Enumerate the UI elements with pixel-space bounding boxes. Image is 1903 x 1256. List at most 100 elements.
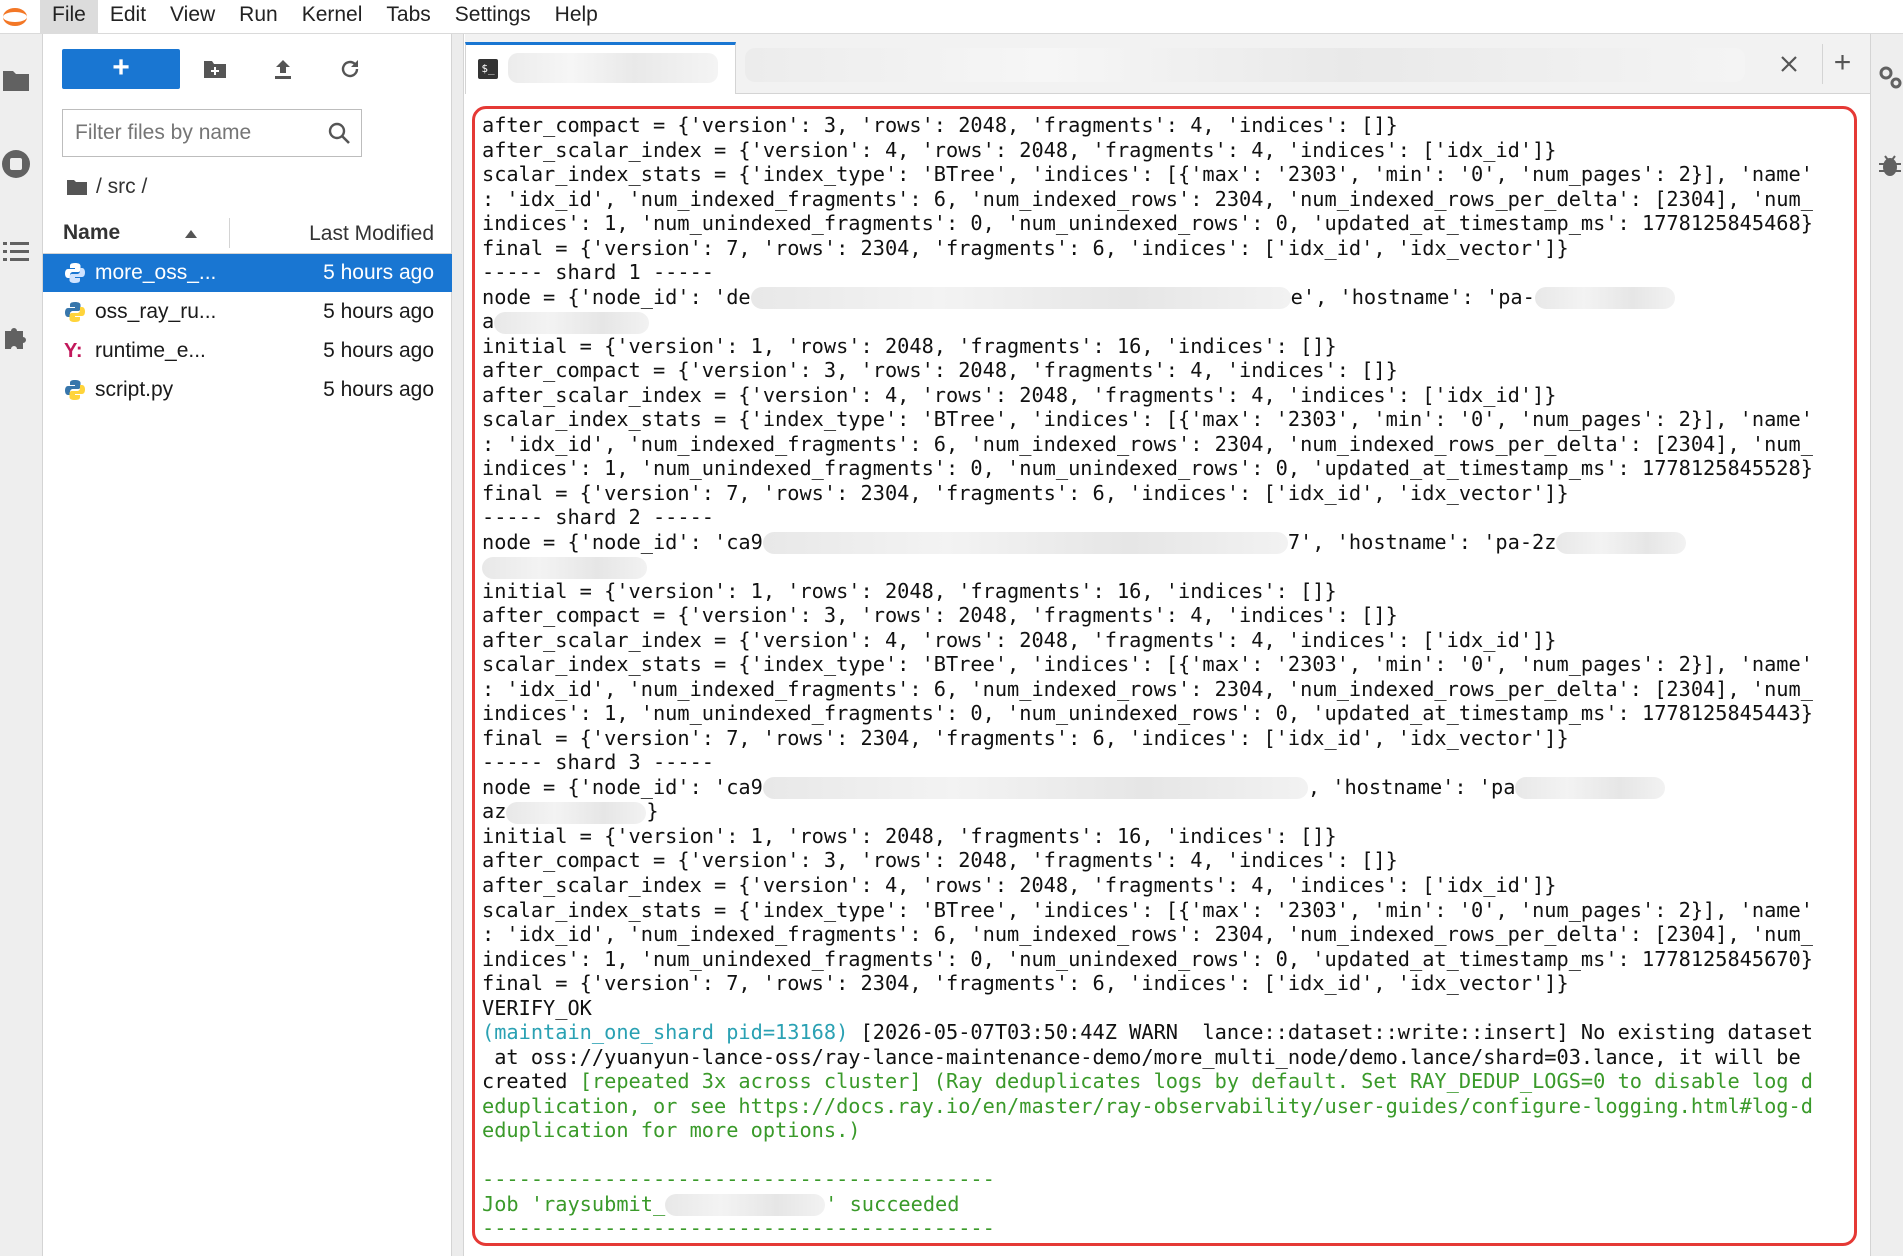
- terminal-line: indices': 1, 'num_unindexed_fragments': …: [482, 211, 1848, 236]
- terminal-line: : 'idx_id', 'num_indexed_fragments': 6, …: [482, 187, 1848, 212]
- menu-file[interactable]: File: [40, 0, 98, 34]
- breadcrumb-path[interactable]: / src /: [96, 175, 147, 199]
- terminal-text: final = {'version': 7, 'rows': 2304, 'fr…: [482, 971, 1569, 996]
- menu-edit[interactable]: Edit: [98, 0, 158, 34]
- terminal-text: after_compact = {'version': 3, 'rows': 2…: [482, 603, 1398, 628]
- debugger-bug-icon[interactable]: [1877, 152, 1903, 178]
- redacted-tab-strip: [745, 48, 1745, 82]
- refresh-icon[interactable]: [330, 50, 370, 88]
- terminal-line: scalar_index_stats = {'index_type': 'BTr…: [482, 652, 1848, 677]
- tab-terminal[interactable]: $_: [465, 42, 736, 94]
- tab-bar: $_ +: [465, 34, 1870, 94]
- terminal-text: node = {'node_id': 'de: [482, 284, 751, 309]
- file-browser-panel: + / src / Name Last Modified more_oss_..…: [43, 34, 452, 1256]
- column-name-header[interactable]: Name: [63, 212, 120, 254]
- terminal-line: after_compact = {'version': 3, 'rows': 2…: [482, 603, 1848, 628]
- menu-view[interactable]: View: [158, 0, 227, 34]
- folder-icon[interactable]: [0, 60, 32, 100]
- terminal-text: scalar_index_stats = {'index_type': 'BTr…: [482, 407, 1813, 432]
- upload-icon[interactable]: [263, 50, 303, 88]
- running-sessions-icon[interactable]: [0, 144, 32, 184]
- python-icon: [65, 302, 85, 322]
- terminal-text: Job 'raysubmit_: [482, 1191, 666, 1216]
- yaml-icon: Y:: [64, 340, 83, 362]
- terminal-text: [repeated 3x across cluster] (Ray dedupl…: [579, 1069, 1813, 1094]
- new-folder-icon[interactable]: [195, 50, 235, 88]
- property-inspector-gears-icon[interactable]: [1877, 64, 1903, 90]
- column-divider[interactable]: [229, 218, 230, 248]
- menu-tabs[interactable]: Tabs: [374, 0, 442, 34]
- panel-splitter[interactable]: [452, 34, 464, 1256]
- terminal-line: ----- shard 3 -----: [482, 750, 1848, 775]
- terminal-line: ----------------------------------------…: [482, 1216, 1848, 1241]
- terminal-line: initial = {'version': 1, 'rows': 2048, '…: [482, 334, 1848, 359]
- table-of-contents-icon[interactable]: [0, 232, 32, 272]
- terminal-text: indices': 1, 'num_unindexed_fragments': …: [482, 701, 1813, 726]
- terminal-text: : 'idx_id', 'num_indexed_fragments': 6, …: [482, 431, 1813, 456]
- terminal-text: : 'idx_id', 'num_indexed_fragments': 6, …: [482, 922, 1813, 947]
- column-modified-header[interactable]: Last Modified: [309, 212, 434, 256]
- terminal-text: at oss://yuanyun-lance-oss/ray-lance-mai…: [482, 1044, 1801, 1069]
- terminal-line: ----------------------------------------…: [482, 1167, 1848, 1192]
- terminal-text: initial = {'version': 1, 'rows': 2048, '…: [482, 333, 1337, 358]
- file-modified: 5 hours ago: [323, 378, 434, 401]
- terminal-text: az: [482, 799, 507, 824]
- terminal-text: after_scalar_index = {'version': 4, 'row…: [482, 137, 1557, 162]
- terminal-line: az}: [482, 799, 1848, 824]
- terminal-text: ----------------------------------------…: [482, 1216, 995, 1241]
- menu-bar: File Edit View Run Kernel Tabs Settings …: [0, 0, 1903, 34]
- terminal-line: initial = {'version': 1, 'rows': 2048, '…: [482, 579, 1848, 604]
- terminal-text: final = {'version': 7, 'rows': 2304, 'fr…: [482, 235, 1569, 260]
- terminal-text: scalar_index_stats = {'index_type': 'BTr…: [482, 162, 1813, 187]
- extensions-puzzle-icon[interactable]: [0, 316, 32, 356]
- terminal-line: initial = {'version': 1, 'rows': 2048, '…: [482, 824, 1848, 849]
- terminal-line: scalar_index_stats = {'index_type': 'BTr…: [482, 162, 1848, 187]
- terminal-line: [482, 554, 1848, 579]
- terminal-text: indices': 1, 'num_unindexed_fragments': …: [482, 456, 1813, 481]
- file-row[interactable]: oss_ray_ru... 5 hours ago: [43, 293, 452, 331]
- terminal-text: ' succeeded: [825, 1191, 960, 1216]
- terminal-text: (maintain_one_shard pid=13168): [482, 1020, 849, 1045]
- file-browser-toolbar: +: [43, 48, 452, 89]
- file-modified: 5 hours ago: [323, 300, 434, 323]
- terminal-text: e', 'hostname': 'pa-: [1290, 284, 1535, 309]
- add-tab-button[interactable]: +: [1822, 44, 1862, 84]
- menu-run[interactable]: Run: [227, 0, 290, 34]
- terminal-text: initial = {'version': 1, 'rows': 2048, '…: [482, 578, 1337, 603]
- terminal-line: a: [482, 309, 1848, 334]
- terminal-text: indices': 1, 'num_unindexed_fragments': …: [482, 211, 1813, 236]
- terminal-text: VERIFY_OK: [482, 995, 592, 1020]
- terminal-line: scalar_index_stats = {'index_type': 'BTr…: [482, 407, 1848, 432]
- terminal-line: : 'idx_id', 'num_indexed_fragments': 6, …: [482, 677, 1848, 702]
- terminal-text: after_scalar_index = {'version': 4, 'row…: [482, 627, 1557, 652]
- terminal-line: after_scalar_index = {'version': 4, 'row…: [482, 138, 1848, 163]
- terminal-text: 7', 'hostname': 'pa-2z: [1287, 529, 1557, 554]
- menu-settings[interactable]: Settings: [443, 0, 543, 34]
- terminal-text: ----------------------------------------…: [482, 1167, 995, 1192]
- file-row[interactable]: script.py 5 hours ago: [43, 371, 452, 409]
- terminal-line: eduplication, or see https://docs.ray.io…: [482, 1094, 1848, 1119]
- terminal-text: after_scalar_index = {'version': 4, 'row…: [482, 872, 1557, 897]
- close-icon[interactable]: [1775, 50, 1803, 78]
- filter-box: [62, 109, 362, 157]
- terminal-text: ----- shard 3 -----: [482, 750, 714, 775]
- home-folder-icon[interactable]: [66, 178, 88, 196]
- file-modified: 5 hours ago: [323, 261, 434, 284]
- breadcrumb: / src /: [66, 172, 147, 202]
- terminal-line: node = {'node_id': 'ca9 , 'hostname': 'pa: [482, 775, 1848, 800]
- menu-help[interactable]: Help: [543, 0, 610, 34]
- terminal-text: indices': 1, 'num_unindexed_fragments': …: [482, 946, 1813, 971]
- file-row[interactable]: more_oss_... 5 hours ago: [43, 254, 452, 292]
- redacted-text: [494, 311, 650, 334]
- terminal-output[interactable]: after_compact = {'version': 3, 'rows': 2…: [472, 106, 1857, 1246]
- terminal-text: eduplication, or see https://docs.ray.io…: [482, 1093, 1813, 1118]
- menu-kernel[interactable]: Kernel: [290, 0, 375, 34]
- filter-files-input[interactable]: [75, 110, 315, 156]
- file-name: script.py: [95, 378, 174, 401]
- terminal-line: ----- shard 2 -----: [482, 505, 1848, 530]
- terminal-line: node = {'node_id': 'ca9 7', 'hostname': '…: [482, 530, 1848, 555]
- file-name: runtime_e...: [95, 339, 206, 362]
- terminal-lines: after_compact = {'version': 3, 'rows': 2…: [482, 113, 1848, 1241]
- file-row[interactable]: Y: runtime_e... 5 hours ago: [43, 332, 452, 370]
- new-launcher-button[interactable]: +: [62, 49, 180, 89]
